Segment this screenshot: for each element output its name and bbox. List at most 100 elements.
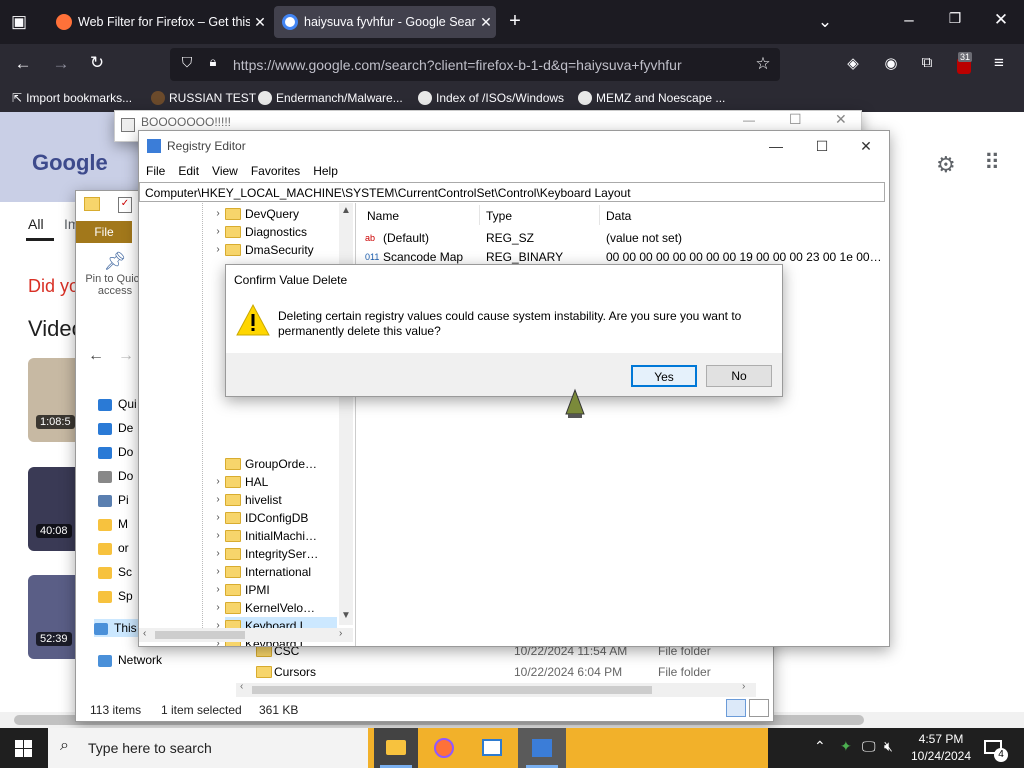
menu-favorites[interactable]: Favorites [244, 161, 306, 181]
tree-key[interactable]: › DmaSecurity [216, 241, 337, 259]
minimize-icon[interactable]: — [743, 113, 755, 127]
nav-item[interactable]: Network [98, 651, 162, 669]
large-icons-view-icon[interactable] [749, 699, 769, 717]
volume-muted-icon[interactable]: 🔇︎ [884, 738, 893, 755]
column-header-type[interactable]: Type [486, 209, 512, 223]
scroll-left-icon[interactable]: ‹ [240, 681, 243, 692]
tree-key[interactable]: › hivelist [216, 491, 337, 509]
menu-file[interactable]: File [139, 161, 171, 181]
tab-google-search[interactable]: haiysuva fyvhfur - Google Search ✕ [274, 6, 496, 38]
pocket-icon[interactable]: ◈ [840, 54, 866, 72]
nav-item[interactable]: Sc [98, 563, 132, 581]
nav-item[interactable]: Sp [98, 587, 133, 605]
tree-key[interactable]: › IPMI [216, 581, 337, 599]
no-button[interactable]: No [706, 365, 772, 387]
lock-icon[interactable]: 🔒︎ [200, 54, 226, 70]
tree-key[interactable]: › KernelVelocity [216, 599, 337, 617]
start-button[interactable] [0, 728, 48, 768]
apps-grid-icon[interactable]: ⠿ [984, 150, 1000, 176]
notification-center-icon[interactable]: 4 [982, 736, 1010, 762]
menu-view[interactable]: View [205, 161, 244, 181]
nav-item[interactable]: Pi [98, 491, 129, 509]
tree-key[interactable]: › International [216, 563, 337, 581]
tree-key[interactable]: › IDConfigDB [216, 509, 337, 527]
yes-button[interactable]: Yes [631, 365, 697, 387]
restore-icon[interactable]: ❐ [942, 10, 968, 27]
bookmark-isos[interactable]: Index of /ISOs/Windows [418, 91, 564, 105]
ublock-icon[interactable]: 31 [954, 52, 976, 76]
scroll-right-icon[interactable]: › [339, 628, 342, 639]
tree-key[interactable]: › Diagnostics [216, 223, 337, 241]
column-header-name[interactable]: Name [367, 209, 399, 223]
bookmark-endermanch[interactable]: Endermanch/Malware... [258, 91, 403, 105]
file-list-hscrollbar[interactable]: ‹ › [236, 681, 756, 697]
taskbar-regedit[interactable] [518, 728, 566, 768]
menu-help[interactable]: Help [306, 161, 344, 181]
maximize-icon[interactable]: ☐ [799, 131, 845, 161]
taskbar-app[interactable] [470, 728, 514, 768]
tray-overflow-icon[interactable]: ⌃ [814, 738, 826, 755]
tree-key[interactable]: GroupOrderList [225, 455, 337, 473]
expand-chevron-icon[interactable]: › [211, 527, 225, 545]
tree-key[interactable]: ›InitialMachineConfig [216, 527, 337, 545]
scroll-down-icon[interactable]: ▼ [341, 610, 351, 621]
bookmark-russian-test[interactable]: RUSSIAN TEST [151, 91, 256, 105]
bookmark-memz[interactable]: MEMZ and Noescape ... [578, 91, 725, 105]
forward-icon[interactable]: → [118, 347, 134, 365]
reload-icon[interactable]: ↻ [84, 53, 110, 73]
account-icon[interactable]: ◉ [878, 54, 904, 72]
scroll-left-icon[interactable]: ‹ [143, 628, 146, 639]
expand-chevron-icon[interactable]: › [211, 223, 225, 241]
url-bar[interactable]: ⛉ 🔒︎ https://www.google.com/search?clien… [170, 48, 780, 81]
tab-close-icon[interactable]: ✕ [250, 14, 270, 31]
bookmark-import[interactable]: ⇱ Import bookmarks... [12, 91, 132, 105]
nav-item[interactable]: This [94, 619, 140, 637]
list-tabs-icon[interactable]: ⌄ [812, 12, 838, 32]
taskbar-explorer[interactable] [374, 728, 418, 768]
menu-icon[interactable]: ≡ [986, 53, 1012, 73]
taskbar-firefox[interactable] [422, 728, 466, 768]
expand-chevron-icon[interactable]: › [211, 509, 225, 527]
nav-item[interactable]: Qui [98, 395, 137, 413]
ribbon-file-tab[interactable]: File [76, 221, 132, 243]
new-tab-button[interactable]: + [502, 10, 528, 33]
expand-chevron-icon[interactable]: › [211, 581, 225, 599]
tree-key[interactable]: ›IntegrityServices [216, 545, 337, 563]
tree-key[interactable]: › DevQuery [216, 205, 337, 223]
nav-item[interactable]: M [98, 515, 128, 533]
value-row[interactable]: ab (Default) REG_SZ (value not set) [359, 229, 887, 248]
menu-edit[interactable]: Edit [171, 161, 205, 181]
url-text[interactable]: https://www.google.com/search?client=fir… [233, 57, 713, 73]
minimize-icon[interactable]: – [896, 10, 922, 30]
scroll-up-icon[interactable]: ▲ [341, 205, 351, 216]
expand-chevron-icon[interactable]: › [211, 599, 225, 617]
tree-key[interactable]: › HAL [216, 473, 337, 491]
did-you-mean[interactable]: Did yo [28, 276, 79, 297]
file-row[interactable]: Cursors 10/22/2024 6:04 PM File folder [254, 662, 754, 682]
tab-all[interactable]: All [28, 216, 44, 232]
tree-hscrollbar[interactable]: ‹ › [139, 628, 353, 642]
expand-chevron-icon[interactable]: › [211, 205, 225, 223]
settings-gear-icon[interactable]: ⚙ [936, 152, 956, 178]
expand-chevron-icon[interactable]: › [211, 491, 225, 509]
tracking-shield-icon[interactable]: ⛉ [174, 54, 200, 71]
expand-chevron-icon[interactable]: › [211, 545, 225, 563]
network-icon[interactable]: 🖵︎ [862, 738, 876, 755]
expand-chevron-icon[interactable]: › [211, 563, 225, 581]
expand-chevron-icon[interactable]: › [211, 241, 225, 259]
back-icon[interactable]: ← [88, 347, 104, 365]
minimize-icon[interactable]: — [753, 131, 799, 161]
details-view-icon[interactable] [726, 699, 746, 717]
forward-icon[interactable]: → [48, 54, 74, 74]
column-header-data[interactable]: Data [606, 209, 631, 223]
scroll-right-icon[interactable]: › [742, 681, 745, 692]
close-icon[interactable]: ✕ [843, 131, 889, 161]
expand-chevron-icon[interactable]: › [211, 473, 225, 491]
nav-item[interactable]: Do [98, 443, 133, 461]
maximize-icon[interactable]: ☐ [789, 111, 802, 128]
nav-item[interactable]: De [98, 419, 133, 437]
close-window-icon[interactable]: ✕ [988, 10, 1014, 30]
tab-web-filter[interactable]: Web Filter for Firefox – Get this Extens… [48, 6, 270, 38]
taskbar-search-box[interactable]: ⌕ Type here to search [48, 728, 368, 768]
back-icon[interactable]: ← [10, 54, 36, 74]
